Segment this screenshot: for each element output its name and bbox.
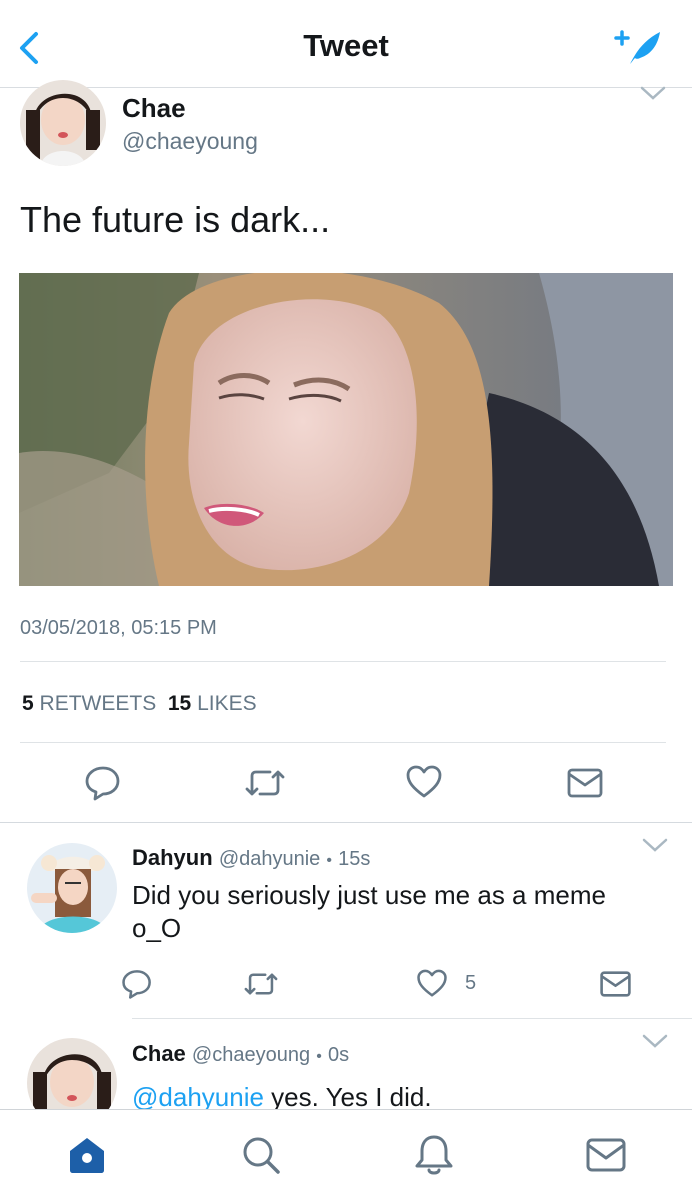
tweet-author-handle[interactable]: @chaeyoung xyxy=(122,128,258,155)
avatar[interactable] xyxy=(20,80,106,166)
bell-icon[interactable] xyxy=(413,1132,455,1178)
page-title: Tweet xyxy=(303,28,389,63)
retweets-count: 5 xyxy=(22,692,34,715)
retweets-stat[interactable]: 5 RETWEETS xyxy=(22,692,156,715)
separator-dot: • xyxy=(316,1048,322,1065)
chevron-down-icon[interactable] xyxy=(642,836,668,854)
divider xyxy=(132,1018,692,1019)
compose-icon[interactable] xyxy=(608,24,668,68)
reply-header: Dahyun @dahyunie • 15s xyxy=(132,845,370,871)
likes-stat[interactable]: 15 LIKES xyxy=(168,692,257,715)
chevron-down-icon[interactable] xyxy=(642,1032,668,1050)
reply-text: Did you seriously just use me as a meme … xyxy=(132,879,606,945)
reply-time: 15s xyxy=(338,848,371,870)
like-icon[interactable] xyxy=(405,764,443,800)
tweet-media-image[interactable] xyxy=(19,273,673,586)
likes-label: LIKES xyxy=(197,692,257,715)
tweet-timestamp: 03/05/2018, 05:15 PM xyxy=(20,617,217,639)
mention-link[interactable]: @dahyunie xyxy=(132,1082,264,1112)
reply-text-line: Did you seriously just use me as a meme xyxy=(132,880,606,910)
likes-count: 15 xyxy=(167,692,192,715)
tweet-author-name[interactable]: Chae xyxy=(122,93,186,124)
avatar-image xyxy=(27,843,117,933)
top-navigation-bar: Tweet xyxy=(0,0,692,88)
reply-author-name[interactable]: Dahyun xyxy=(132,845,213,870)
tweet-text: The future is dark... xyxy=(20,199,331,240)
avatar-image xyxy=(20,80,106,166)
like-icon[interactable] xyxy=(416,968,448,999)
tweet-stats: 5 RETWEETS 15 LIKES xyxy=(22,692,257,716)
message-icon[interactable] xyxy=(566,766,604,800)
like-count: 5 xyxy=(465,972,477,994)
home-icon[interactable] xyxy=(66,1134,108,1176)
message-icon[interactable] xyxy=(599,969,632,999)
retweets-label: RETWEETS xyxy=(39,692,157,715)
reply-author-handle[interactable]: @dahyunie xyxy=(219,848,320,870)
chevron-down-icon[interactable] xyxy=(640,84,666,102)
reply-icon[interactable] xyxy=(84,764,122,802)
bottom-tab-bar xyxy=(0,1109,692,1200)
separator-dot: • xyxy=(326,852,333,869)
search-icon[interactable] xyxy=(240,1134,282,1176)
reply-author-name[interactable]: Chae xyxy=(132,1041,186,1066)
retweet-icon[interactable] xyxy=(243,968,279,1000)
reply-text-line: o_O xyxy=(132,913,182,943)
reply-time: 0s xyxy=(327,1044,350,1066)
mail-icon[interactable] xyxy=(585,1136,627,1174)
reply-author-handle[interactable]: @chaeyoung xyxy=(192,1044,310,1066)
reply-header: Chae @chaeyoung • 0s xyxy=(132,1041,349,1067)
divider xyxy=(20,661,666,662)
reply-icon[interactable] xyxy=(121,968,153,1000)
reply-text-body: yes. Yes I did. xyxy=(263,1082,432,1112)
divider xyxy=(20,742,666,743)
retweet-icon[interactable] xyxy=(244,764,286,802)
tweet-photo xyxy=(19,273,673,586)
divider xyxy=(0,822,692,823)
avatar[interactable] xyxy=(27,843,117,933)
